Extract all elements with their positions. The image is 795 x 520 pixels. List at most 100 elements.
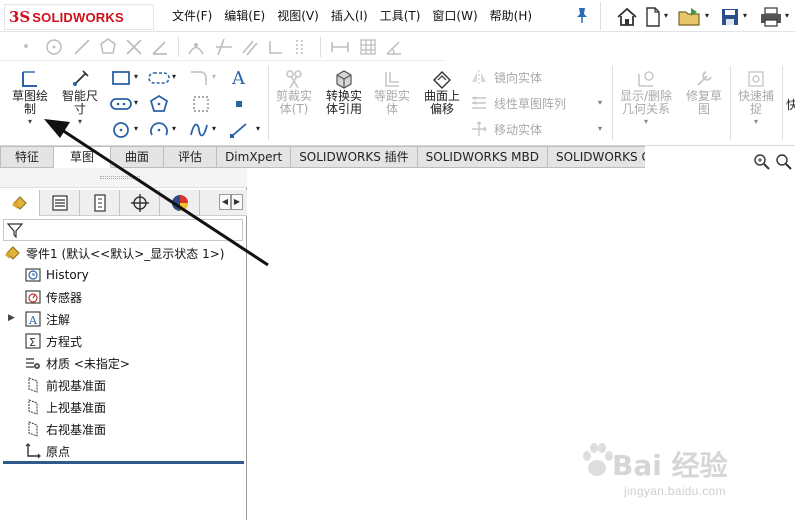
chevron-down-icon[interactable]: ▾ — [705, 11, 709, 20]
tree-item-front-plane[interactable]: 前视基准面 — [24, 375, 106, 395]
menu-insert[interactable]: 插入(I) — [331, 7, 368, 24]
perpendicular-icon[interactable] — [266, 37, 286, 57]
tab-surfaces[interactable]: 曲面 — [111, 146, 165, 168]
tab-display-manager[interactable] — [160, 190, 200, 216]
grid-icon[interactable] — [358, 37, 378, 57]
tree-item-sensors[interactable]: 传感器 — [24, 287, 82, 307]
line-sketch-icon[interactable] — [228, 120, 250, 140]
menu-view[interactable]: 视图(V) — [277, 7, 319, 24]
move-entities-button[interactable]: 移动实体 — [470, 120, 542, 138]
horizontal-dimension-icon[interactable] — [330, 37, 350, 57]
trim-entities-button[interactable]: 剪裁实 体(T) — [270, 66, 318, 142]
menu-tools[interactable]: 工具(T) — [380, 7, 421, 24]
tree-item-material[interactable]: 材质 <未指定> — [24, 353, 130, 373]
tree-filter-box[interactable] — [3, 219, 243, 241]
tab-dimxpert[interactable]: DimXpert — [217, 146, 292, 168]
menu-edit[interactable]: 编辑(E) — [224, 7, 265, 24]
arc-icon[interactable] — [148, 120, 170, 140]
tree-item-top-plane[interactable]: 上视基准面 — [24, 397, 106, 417]
display-delete-relations-button[interactable]: 显示/删除 几何关系 ▾ — [616, 66, 676, 142]
expand-arrow-icon[interactable]: ▶ — [8, 313, 15, 323]
parallel-icon[interactable] — [240, 37, 260, 57]
mirror-entities-button[interactable]: 镜向实体 — [470, 68, 542, 86]
pin-icon[interactable] — [574, 6, 590, 24]
tab-solidworks-addins[interactable]: SOLIDWORKS 插件 — [291, 146, 418, 168]
tab-solidworks-mbd[interactable]: SOLIDWORKS MBD — [417, 146, 548, 168]
chevron-down-icon[interactable]: ▾ — [743, 11, 747, 20]
menu-window[interactable]: 窗口(W) — [432, 7, 477, 24]
chevron-down-icon[interactable]: ▾ — [6, 117, 54, 126]
point-icon[interactable] — [18, 37, 34, 55]
cross-icon[interactable] — [124, 37, 144, 57]
angular-dimension-icon[interactable] — [384, 37, 404, 57]
chevron-down-icon[interactable]: ▾ — [212, 72, 216, 81]
home-icon[interactable] — [615, 6, 639, 28]
tab-configuration-manager[interactable] — [80, 190, 120, 216]
panel-resize-handle[interactable] — [0, 168, 247, 188]
chevron-down-icon[interactable]: ▾ — [172, 72, 176, 81]
slot-straight-icon[interactable] — [110, 94, 132, 114]
chevron-down-icon[interactable]: ▾ — [785, 11, 789, 20]
chevron-down-icon[interactable]: ▾ — [598, 98, 602, 107]
tree-item-annotations[interactable]: ▶ A 注解 — [8, 309, 70, 329]
dashed-line-icon[interactable] — [292, 37, 312, 57]
tree-root-part[interactable]: 零件1 (默认<<默认>_显示状态 1>) — [4, 243, 224, 263]
tab-features[interactable]: 特征 — [0, 146, 55, 168]
text-icon[interactable]: A — [228, 66, 250, 88]
zoom-to-fit-icon[interactable] — [752, 152, 772, 170]
menu-help[interactable]: 帮助(H) — [490, 7, 532, 24]
chevron-down-icon[interactable]: ▾ — [616, 117, 676, 126]
chevron-down-icon[interactable]: ▾ — [598, 124, 602, 133]
filter-icon[interactable] — [7, 222, 23, 238]
scroll-right-icon[interactable]: ▶ — [231, 194, 243, 210]
tab-feature-tree[interactable] — [0, 190, 40, 216]
fillet-icon[interactable] — [186, 37, 206, 57]
sketch-button[interactable]: 草图绘 制 ▾ — [6, 66, 54, 142]
trim-icon[interactable] — [214, 37, 234, 57]
more-commands-label[interactable]: 快 — [786, 96, 795, 113]
quick-snaps-button[interactable]: 快速捕 捉 ▾ — [732, 66, 780, 142]
save-icon[interactable] — [719, 6, 741, 28]
circle-icon[interactable] — [44, 37, 64, 57]
point-sketch-icon[interactable] — [228, 94, 250, 114]
polygon-icon[interactable] — [98, 37, 118, 57]
tree-item-history[interactable]: History — [24, 265, 89, 285]
chevron-down-icon[interactable]: ▾ — [664, 11, 668, 20]
offset-on-surface-button[interactable]: 曲面上 偏移 — [418, 66, 466, 142]
chevron-down-icon[interactable]: ▾ — [134, 124, 138, 133]
print-icon[interactable] — [759, 6, 783, 28]
rectangle-icon[interactable] — [110, 68, 132, 88]
polygon-sketch-icon[interactable] — [148, 94, 170, 114]
menu-file[interactable]: 文件(F) — [172, 7, 212, 24]
circle-sketch-icon[interactable] — [110, 120, 132, 140]
tab-evaluate[interactable]: 评估 — [164, 146, 218, 168]
chevron-down-icon[interactable]: ▾ — [134, 98, 138, 107]
spline-icon[interactable] — [188, 120, 210, 140]
tree-item-right-plane[interactable]: 右视基准面 — [24, 419, 106, 439]
open-folder-icon[interactable] — [677, 6, 703, 28]
chevron-down-icon[interactable]: ▾ — [732, 117, 780, 126]
rollback-bar[interactable] — [3, 461, 244, 464]
line-icon[interactable] — [72, 37, 92, 57]
chevron-down-icon[interactable]: ▾ — [256, 124, 260, 133]
offset-rectangle-icon[interactable] — [190, 94, 212, 114]
repair-sketch-button[interactable]: 修复草 图 — [680, 66, 728, 142]
offset-entities-button[interactable]: 等距实 体 — [368, 66, 416, 142]
chevron-down-icon[interactable]: ▾ — [212, 124, 216, 133]
chevron-down-icon[interactable]: ▾ — [172, 124, 176, 133]
tab-dimxpert-manager[interactable] — [120, 190, 160, 216]
scroll-left-icon[interactable]: ◀ — [219, 194, 231, 210]
chevron-down-icon[interactable]: ▾ — [134, 72, 138, 81]
tree-item-origin[interactable]: 原点 — [24, 441, 70, 461]
tab-sketch[interactable]: 草图 — [54, 146, 112, 168]
smart-dimension-button[interactable]: 智能尺 寸 ▾ — [56, 66, 104, 142]
tree-item-equations[interactable]: Σ 方程式 — [24, 331, 82, 351]
new-document-icon[interactable] — [643, 6, 663, 28]
fillet-sketch-icon[interactable] — [188, 68, 210, 88]
solidworks-logo[interactable]: 3S SOLIDWORKS — [4, 4, 154, 30]
tab-property-manager[interactable] — [40, 190, 80, 216]
angle-icon[interactable] — [150, 37, 170, 57]
slot-icon[interactable] — [148, 68, 170, 88]
convert-entities-button[interactable]: 转换实 体引用 — [320, 66, 368, 142]
chevron-down-icon[interactable]: ▾ — [56, 117, 104, 126]
